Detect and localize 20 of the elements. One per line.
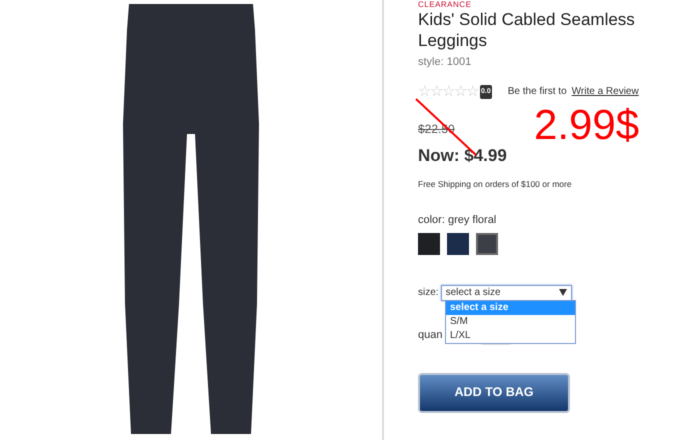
quantity-label: quan [418,328,442,342]
handwritten-price: 2.99$ [534,102,640,148]
caret-icon [558,289,567,296]
style-number: style: 1001 [418,55,472,70]
size-option[interactable]: L/XL [446,328,575,343]
sale-price: Now: $4.99 [418,145,508,167]
size-label: size: [418,286,439,300]
size-option[interactable]: S/M [446,314,575,329]
color-swatch[interactable] [447,232,469,255]
clearance-label: CLEARANCE [418,0,472,9]
color-swatch[interactable] [418,232,440,255]
color-swatch[interactable] [476,232,498,255]
review-prompt: Be the first to [508,85,567,100]
product-title: Kids' Solid Cabled Seamless Leggings [418,9,636,51]
color-label: color: grey floral [418,213,498,228]
size-select[interactable]: select a size [440,284,572,301]
shipping-note: Free Shipping on orders of $100 or more [418,178,573,190]
star-rating: ☆☆☆☆☆ [418,82,478,102]
write-review-link[interactable]: Write a Review [572,84,639,100]
add-to-bag-button[interactable]: ADD TO BAG [418,372,570,413]
